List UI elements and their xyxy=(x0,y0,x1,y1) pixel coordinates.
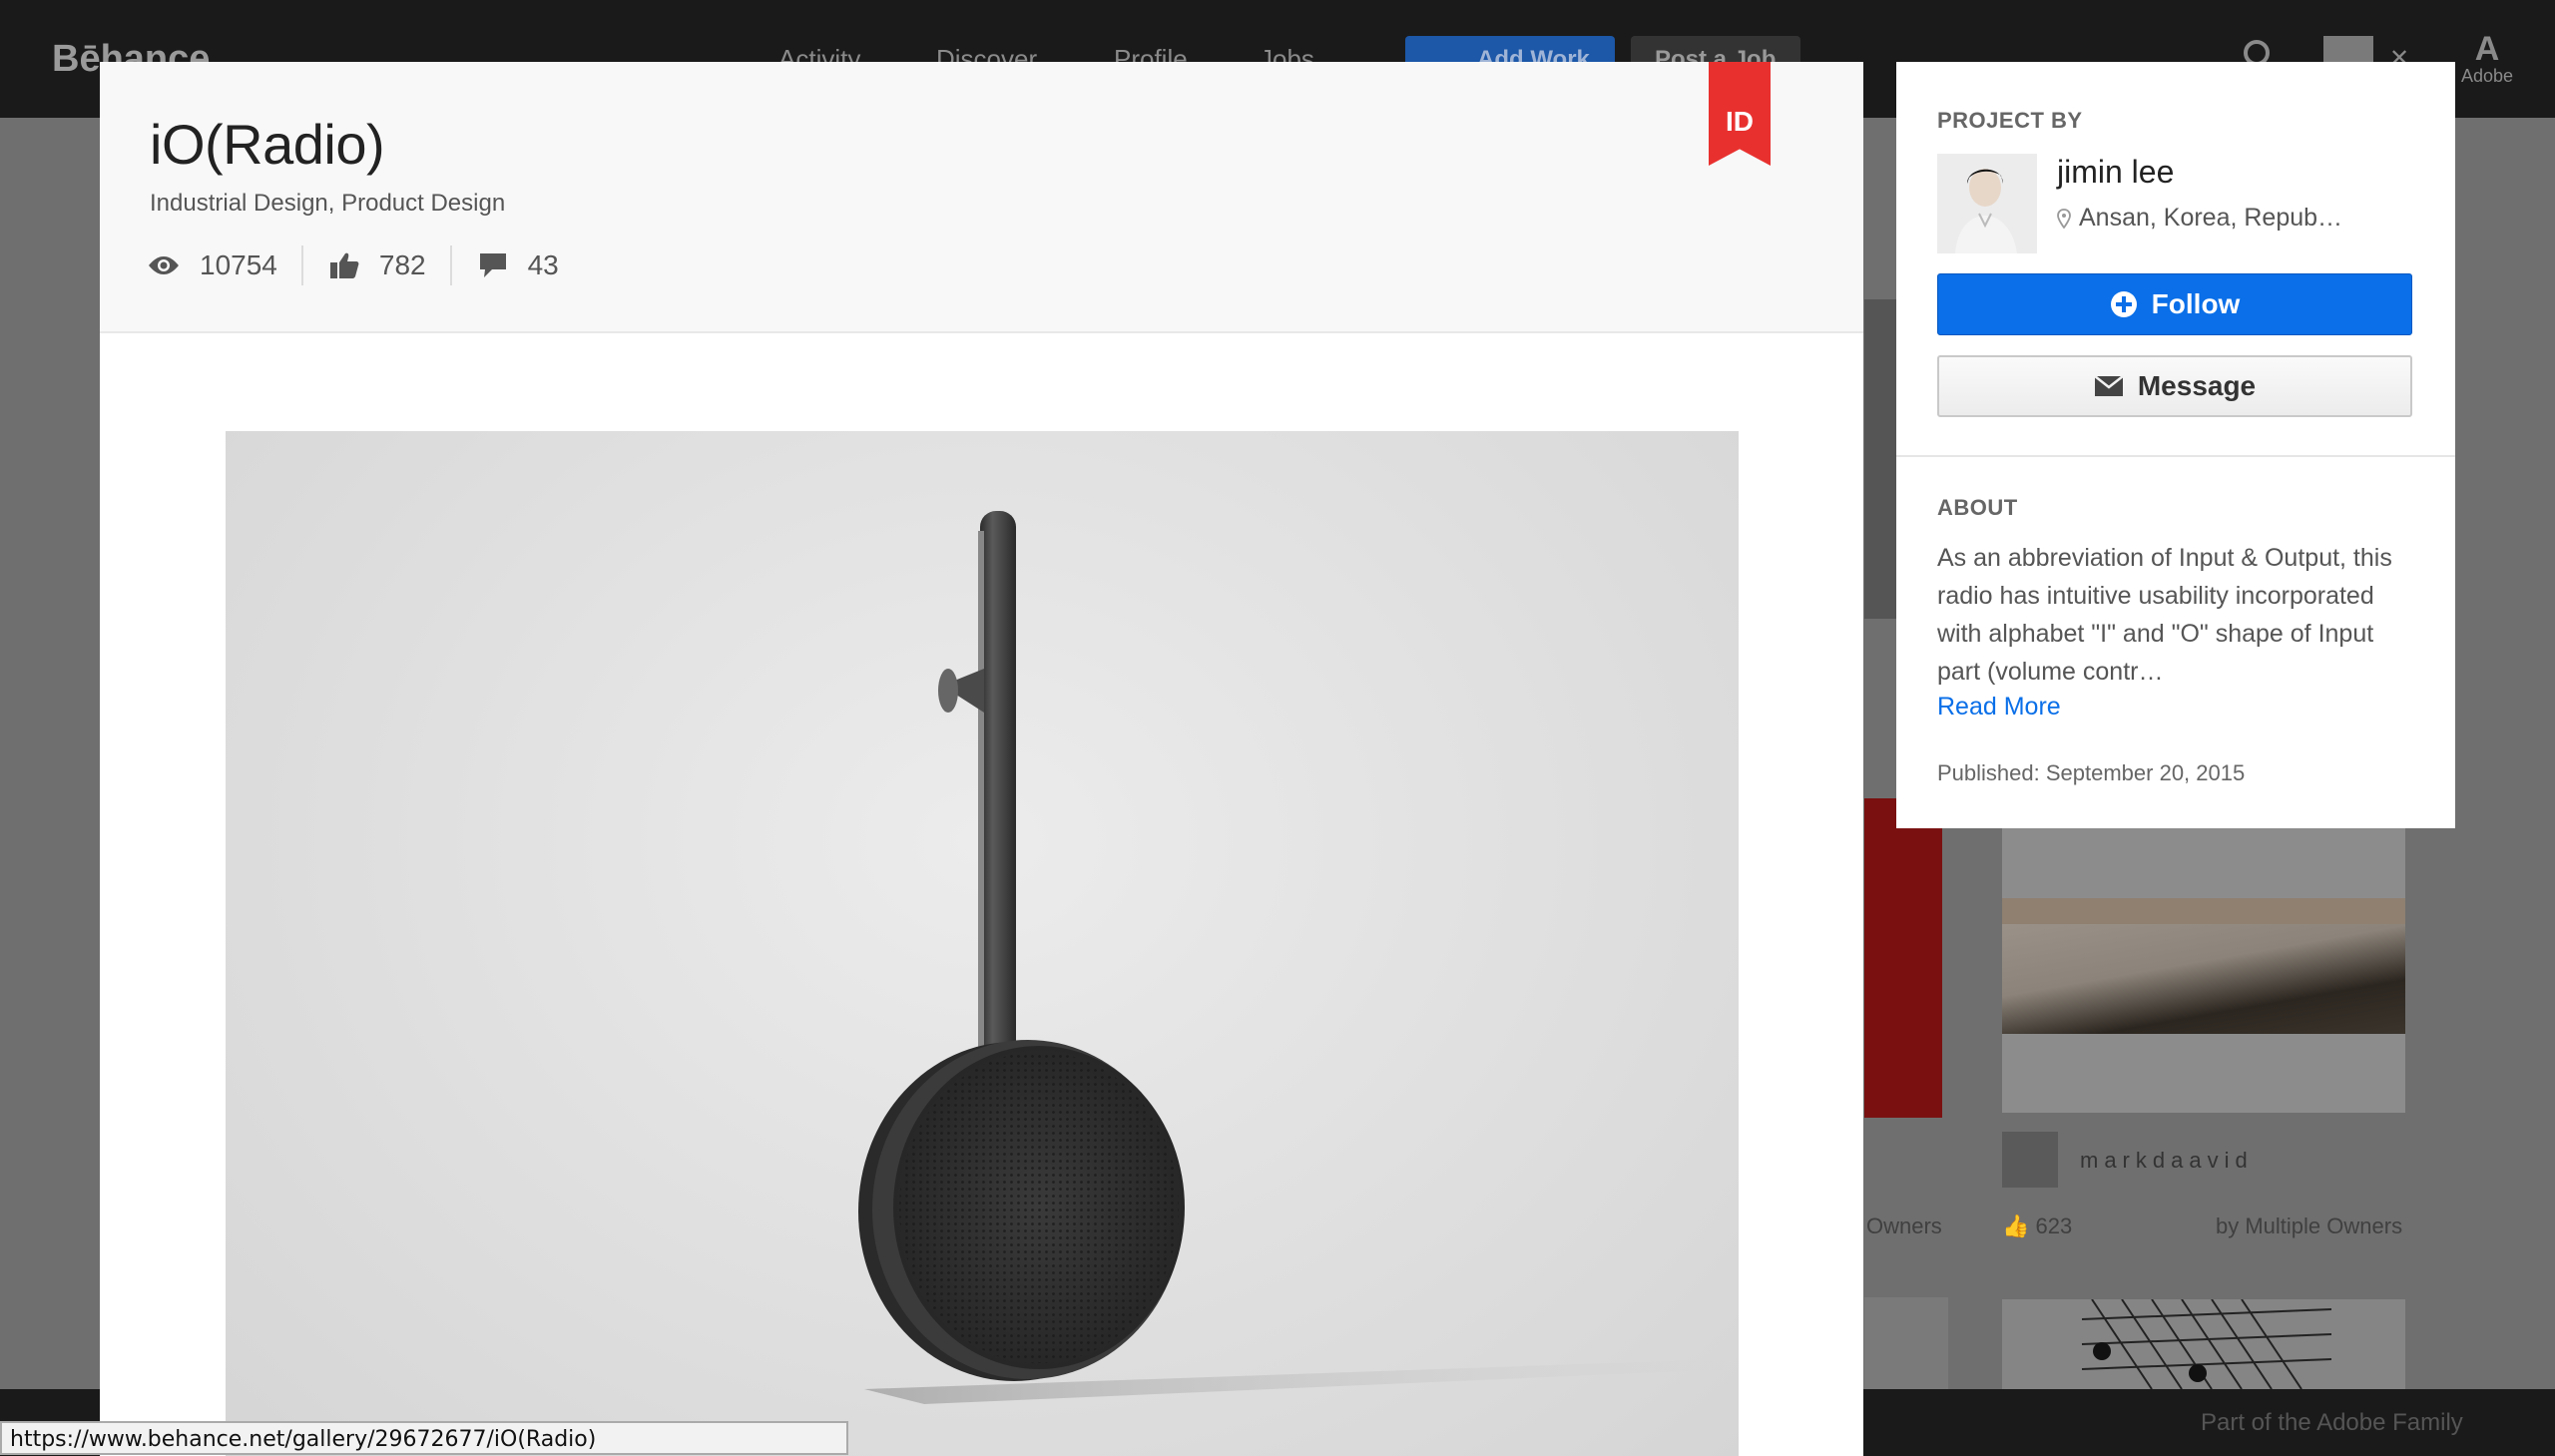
comments-count: 43 xyxy=(527,249,559,280)
appreciations-stat[interactable]: 782 xyxy=(300,245,450,285)
project-by-label: PROJECT BY xyxy=(1937,108,2083,133)
envelope-icon xyxy=(2094,375,2124,396)
comment-icon xyxy=(479,253,506,277)
project-title: iO(Radio) xyxy=(150,113,385,176)
owner-avatar[interactable] xyxy=(1937,154,2037,253)
radio-illustration xyxy=(858,511,1733,1404)
eye-icon xyxy=(149,256,179,274)
read-more-link[interactable]: Read More xyxy=(1937,693,2061,722)
appreciations-count: 782 xyxy=(378,249,426,280)
views-count: 10754 xyxy=(200,249,277,280)
follow-button[interactable]: Follow xyxy=(1937,273,2412,335)
project-header: iO(Radio) Industrial Design, Product Des… xyxy=(100,62,1863,333)
adobe-logo[interactable]: A Adobe xyxy=(2459,32,2515,87)
thumbs-up-icon xyxy=(329,252,359,278)
project-modal: iO(Radio) Industrial Design, Product Des… xyxy=(100,62,1863,1456)
card-likes: 👍 623 xyxy=(2002,1213,2073,1238)
card-owner-name[interactable]: markdaavid xyxy=(2080,1148,2254,1174)
views-stat: 10754 xyxy=(148,245,301,285)
message-button[interactable]: Message xyxy=(1937,355,2412,417)
thumbs-up-icon: 👍 xyxy=(2002,1213,2030,1238)
about-label: ABOUT xyxy=(1937,495,2018,520)
published-date: Published: September 20, 2015 xyxy=(1937,760,2246,785)
project-owner-panel: PROJECT BY jimin lee Ansan, Korea, Repub… xyxy=(1896,62,2455,828)
avatar[interactable] xyxy=(2002,1132,2058,1188)
featured-ribbon[interactable]: ID xyxy=(1709,62,1771,166)
adobe-family-text[interactable]: Part of the Adobe Family xyxy=(2201,1409,2463,1437)
project-image xyxy=(226,431,1739,1456)
location-pin-icon xyxy=(2057,208,2071,229)
owner-name[interactable]: jimin lee xyxy=(2057,154,2174,191)
status-bar-url: https://www.behance.net/gallery/29672677… xyxy=(0,1421,848,1455)
about-text: As an abbreviation of Input & Output, th… xyxy=(1937,544,2392,686)
owner-location: Ansan, Korea, Repub… xyxy=(2057,204,2342,233)
divider xyxy=(1896,455,2455,457)
project-stats: 10754 782 43 xyxy=(148,243,583,287)
gallery-card-image xyxy=(2002,828,2405,1113)
project-fields[interactable]: Industrial Design, Product Design xyxy=(150,190,505,218)
gallery-card-image xyxy=(1864,1297,1948,1389)
card-owners: Owners xyxy=(1866,1213,1942,1238)
card-owners: by Multiple Owners xyxy=(2216,1213,2403,1238)
gallery-card-image xyxy=(2002,1298,2405,1390)
plus-circle-icon xyxy=(2110,291,2137,317)
comments-stat[interactable]: 43 xyxy=(449,245,583,285)
gallery-card-image xyxy=(1864,798,1942,1118)
